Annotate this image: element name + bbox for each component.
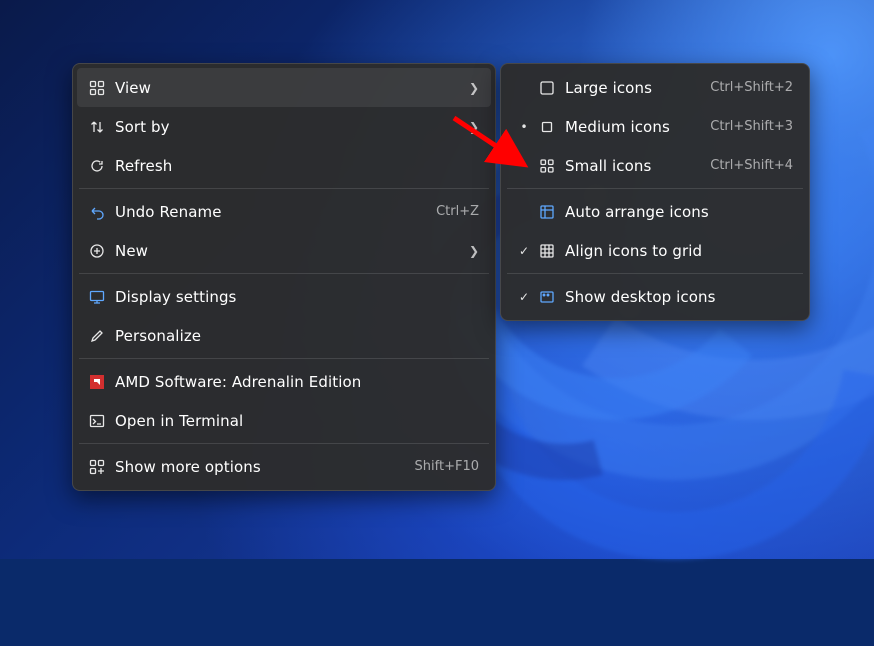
- menu-label: Large icons: [565, 79, 700, 97]
- menu-label: Show desktop icons: [565, 288, 793, 306]
- view-submenu: Large icons Ctrl+Shift+2 • Medium icons …: [500, 63, 810, 321]
- menu-label: Medium icons: [565, 118, 700, 136]
- small-icons-icon: [535, 158, 559, 174]
- submenu-item-align-to-grid[interactable]: ✓ Align icons to grid: [505, 231, 805, 270]
- menu-separator: [79, 273, 489, 274]
- submenu-item-small-icons[interactable]: Small icons Ctrl+Shift+4: [505, 146, 805, 185]
- menu-label: New: [115, 242, 461, 260]
- menu-shortcut: Shift+F10: [415, 459, 479, 474]
- menu-label: Refresh: [115, 157, 479, 175]
- amd-icon: [85, 374, 109, 390]
- auto-arrange-icon: [535, 204, 559, 220]
- menu-label: Personalize: [115, 327, 479, 345]
- display-icon: [85, 289, 109, 305]
- menu-label: Sort by: [115, 118, 461, 136]
- menu-label: Small icons: [565, 157, 700, 175]
- undo-icon: [85, 204, 109, 220]
- menu-separator: [79, 443, 489, 444]
- menu-item-refresh[interactable]: Refresh: [77, 146, 491, 185]
- menu-label: View: [115, 79, 461, 97]
- new-icon: [85, 243, 109, 259]
- submenu-item-show-desktop-icons[interactable]: ✓ Show desktop icons: [505, 277, 805, 316]
- chevron-right-icon: ❯: [469, 120, 479, 134]
- menu-shortcut: Ctrl+Shift+2: [710, 80, 793, 95]
- align-grid-icon: [535, 243, 559, 259]
- menu-separator: [507, 188, 803, 189]
- large-icons-icon: [535, 80, 559, 96]
- menu-separator: [79, 358, 489, 359]
- medium-icons-icon: [535, 119, 559, 135]
- menu-label: Open in Terminal: [115, 412, 479, 430]
- personalize-icon: [85, 328, 109, 344]
- menu-item-open-terminal[interactable]: Open in Terminal: [77, 401, 491, 440]
- submenu-item-large-icons[interactable]: Large icons Ctrl+Shift+2: [505, 68, 805, 107]
- menu-separator: [79, 188, 489, 189]
- submenu-item-medium-icons[interactable]: • Medium icons Ctrl+Shift+3: [505, 107, 805, 146]
- sort-icon: [85, 119, 109, 135]
- menu-separator: [507, 273, 803, 274]
- menu-item-view[interactable]: View ❯: [77, 68, 491, 107]
- check-icon: ✓: [513, 244, 535, 258]
- menu-item-sort-by[interactable]: Sort by ❯: [77, 107, 491, 146]
- menu-label: Align icons to grid: [565, 242, 793, 260]
- menu-item-show-more-options[interactable]: Show more options Shift+F10: [77, 447, 491, 486]
- submenu-item-auto-arrange[interactable]: Auto arrange icons: [505, 192, 805, 231]
- menu-shortcut: Ctrl+Shift+4: [710, 158, 793, 173]
- menu-label: Show more options: [115, 458, 405, 476]
- check-icon: ✓: [513, 290, 535, 304]
- menu-item-display-settings[interactable]: Display settings: [77, 277, 491, 316]
- menu-shortcut: Ctrl+Shift+3: [710, 119, 793, 134]
- menu-item-personalize[interactable]: Personalize: [77, 316, 491, 355]
- radio-indicator-icon: •: [513, 120, 535, 134]
- menu-label: Undo Rename: [115, 203, 426, 221]
- menu-item-amd-software[interactable]: AMD Software: Adrenalin Edition: [77, 362, 491, 401]
- menu-item-new[interactable]: New ❯: [77, 231, 491, 270]
- terminal-icon: [85, 413, 109, 429]
- menu-label: AMD Software: Adrenalin Edition: [115, 373, 479, 391]
- view-icon: [85, 80, 109, 96]
- refresh-icon: [85, 158, 109, 174]
- chevron-right-icon: ❯: [469, 81, 479, 95]
- desktop-icons-icon: [535, 289, 559, 305]
- more-options-icon: [85, 459, 109, 475]
- menu-shortcut: Ctrl+Z: [436, 204, 479, 219]
- chevron-right-icon: ❯: [469, 244, 479, 258]
- context-menu: View ❯ Sort by ❯ Refresh Undo Rename Ctr…: [72, 63, 496, 491]
- menu-label: Auto arrange icons: [565, 203, 793, 221]
- menu-label: Display settings: [115, 288, 479, 306]
- menu-item-undo-rename[interactable]: Undo Rename Ctrl+Z: [77, 192, 491, 231]
